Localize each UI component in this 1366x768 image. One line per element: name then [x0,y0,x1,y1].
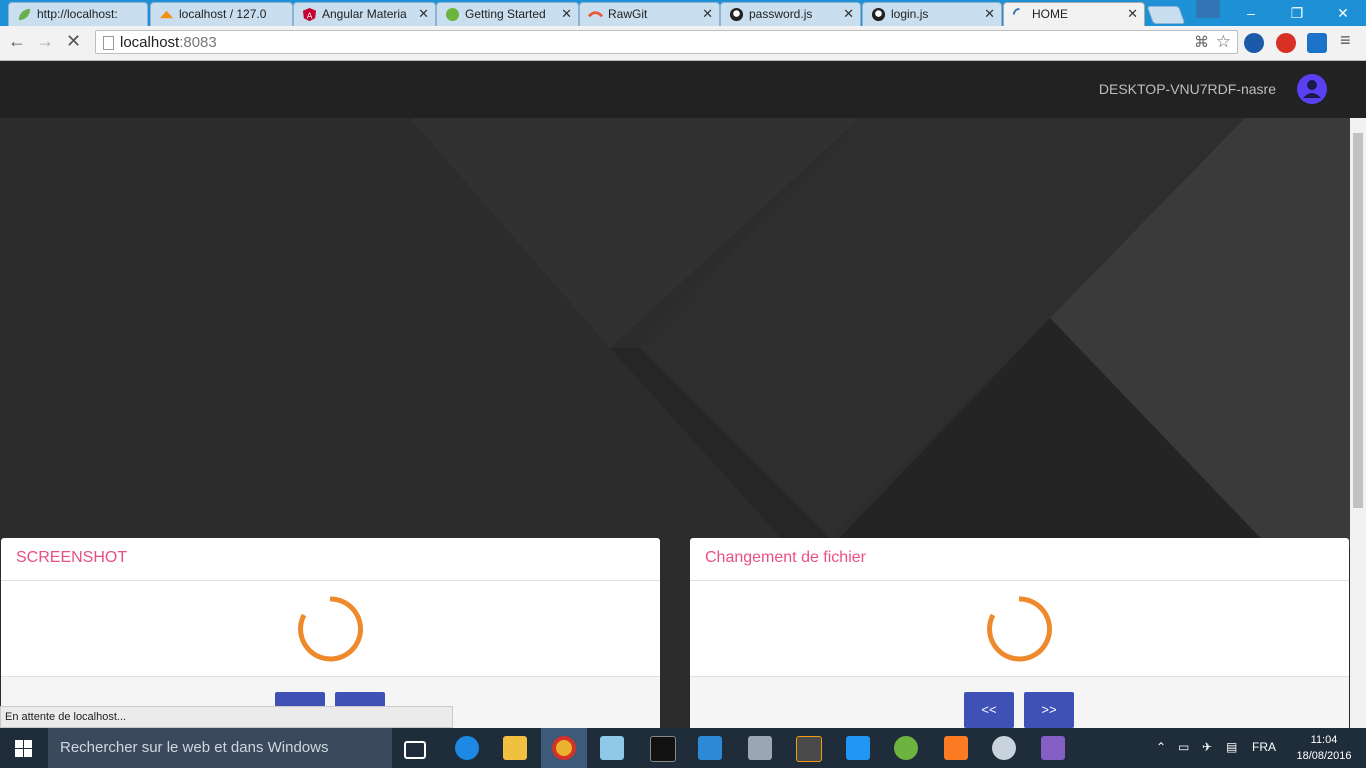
next-button[interactable]: >> [1024,692,1074,728]
tab-close-icon[interactable]: ✕ [561,6,572,22]
file-change-card: Changement de fichier << >> [690,538,1349,738]
leaf-icon [18,8,31,21]
user-icon [1303,80,1321,98]
tab-localhost[interactable]: http://localhost: [8,2,148,26]
rawgit-icon [588,11,603,18]
rdp-icon[interactable] [698,736,722,760]
tab-password-js[interactable]: password.js ✕ [720,2,861,26]
notepad-icon[interactable] [600,736,624,760]
spring-icon [445,7,460,22]
translate-icon[interactable]: ⌘ [1194,33,1209,51]
tab-close-icon[interactable]: ✕ [1127,6,1138,22]
card-title: Changement de fichier [705,549,866,566]
settings-gear-icon[interactable] [992,736,1016,760]
svg-text:A: A [307,10,313,20]
back-icon[interactable]: ← [8,31,26,52]
sublime-icon[interactable] [796,736,822,762]
tab-title: login.js [891,7,929,21]
tab-phpmyadmin[interactable]: localhost / 127.0 [150,2,293,26]
clock-time: 11:04 [1310,734,1338,746]
loading-icon [1012,7,1020,15]
visual-studio-icon[interactable] [1041,736,1065,760]
extension-li-icon[interactable] [1307,33,1327,53]
file-explorer-icon[interactable] [503,736,527,760]
angular-icon: A [302,7,317,22]
tab-title: HOME [1032,7,1068,21]
pma-icon [159,10,174,19]
upload-icon[interactable] [846,736,870,760]
page-icon [103,36,114,50]
edge-icon[interactable] [455,736,479,760]
tab-rawgit[interactable]: RawGit ✕ [579,2,720,26]
notifications-icon[interactable]: ▤ [1226,740,1237,754]
close-window-button[interactable]: ✕ [1320,0,1366,26]
profile-icon[interactable] [1196,0,1220,18]
tab-title: Angular Materia [322,7,407,21]
image-viewer-icon[interactable] [748,736,772,760]
terminal-icon[interactable] [650,736,676,762]
tab-title: Getting Started [465,7,546,21]
previous-button[interactable]: << [964,692,1014,728]
tab-close-icon[interactable]: ✕ [984,6,995,22]
tab-close-icon[interactable]: ✕ [418,6,429,22]
hero-background [0,118,1350,548]
tab-close-icon[interactable]: ✕ [702,6,713,22]
scrollbar-thumb[interactable] [1353,133,1363,508]
browser-toolbar: ← → ✕ localhost:8083 ⌘ ☆ ≡ [0,26,1366,61]
browser-tab-strip: http://localhost: localhost / 127.0 A An… [0,0,1366,26]
card-title: SCREENSHOT [16,549,128,566]
address-bar[interactable]: localhost:8083 ⌘ ☆ [95,30,1238,54]
xampp-icon[interactable] [944,736,968,760]
username-label: DESKTOP-VNU7RDF-nasre [1098,81,1276,97]
loading-spinner-icon [987,596,1052,662]
show-hidden-icons-icon[interactable]: ⌃ [1156,740,1166,754]
adblock-icon[interactable] [1276,33,1296,53]
extension-globe-icon[interactable] [1244,33,1264,53]
tab-title: localhost / 127.0 [179,7,267,21]
minimize-button[interactable]: – [1228,0,1274,26]
page-scrollbar[interactable] [1350,118,1366,728]
chrome-icon[interactable] [552,736,576,760]
tab-login-js[interactable]: login.js ✕ [862,2,1002,26]
url-host: localhost [120,34,180,51]
airplane-mode-icon[interactable]: ✈ [1202,740,1212,754]
github-icon [729,7,744,22]
loading-spinner-icon [298,596,363,662]
github-icon [871,7,886,22]
new-tab-button[interactable] [1146,6,1186,24]
tab-angular-material[interactable]: A Angular Materia ✕ [293,2,436,26]
url-port: :8083 [179,34,217,51]
stop-loading-icon[interactable]: ✕ [66,31,81,52]
url-text: localhost:8083 [120,34,217,51]
app-header: DESKTOP-VNU7RDF-nasre [0,61,1366,118]
spring-tool-icon[interactable] [894,736,918,760]
tab-home[interactable]: HOME ✕ [1003,2,1145,26]
tab-close-icon[interactable]: ✕ [843,6,854,22]
taskbar-clock[interactable]: 11:04 18/08/2016 [1294,732,1354,764]
tab-title: http://localhost: [37,7,118,21]
taskbar-search-input[interactable]: Rechercher sur le web et dans Windows [48,728,392,768]
tab-getting-started[interactable]: Getting Started ✕ [436,2,579,26]
tab-title: RawGit [608,7,648,21]
clock-date: 18/08/2016 [1296,750,1352,762]
menu-icon[interactable]: ≡ [1340,30,1351,51]
restore-button[interactable]: ❐ [1274,0,1320,26]
task-view-icon[interactable] [404,741,426,759]
windows-start-icon[interactable] [15,740,32,757]
bookmark-star-icon[interactable]: ☆ [1216,32,1231,52]
battery-icon[interactable]: ▭ [1178,740,1189,754]
hero-banner [0,118,1350,548]
forward-icon[interactable]: → [36,31,54,52]
avatar[interactable] [1297,74,1327,104]
windows-taskbar: Rechercher sur le web et dans Windows ⌃ … [0,728,1366,768]
browser-status-bar: En attente de localhost... [0,706,453,728]
language-indicator[interactable]: FRA [1252,740,1276,754]
tab-title: password.js [749,7,813,21]
